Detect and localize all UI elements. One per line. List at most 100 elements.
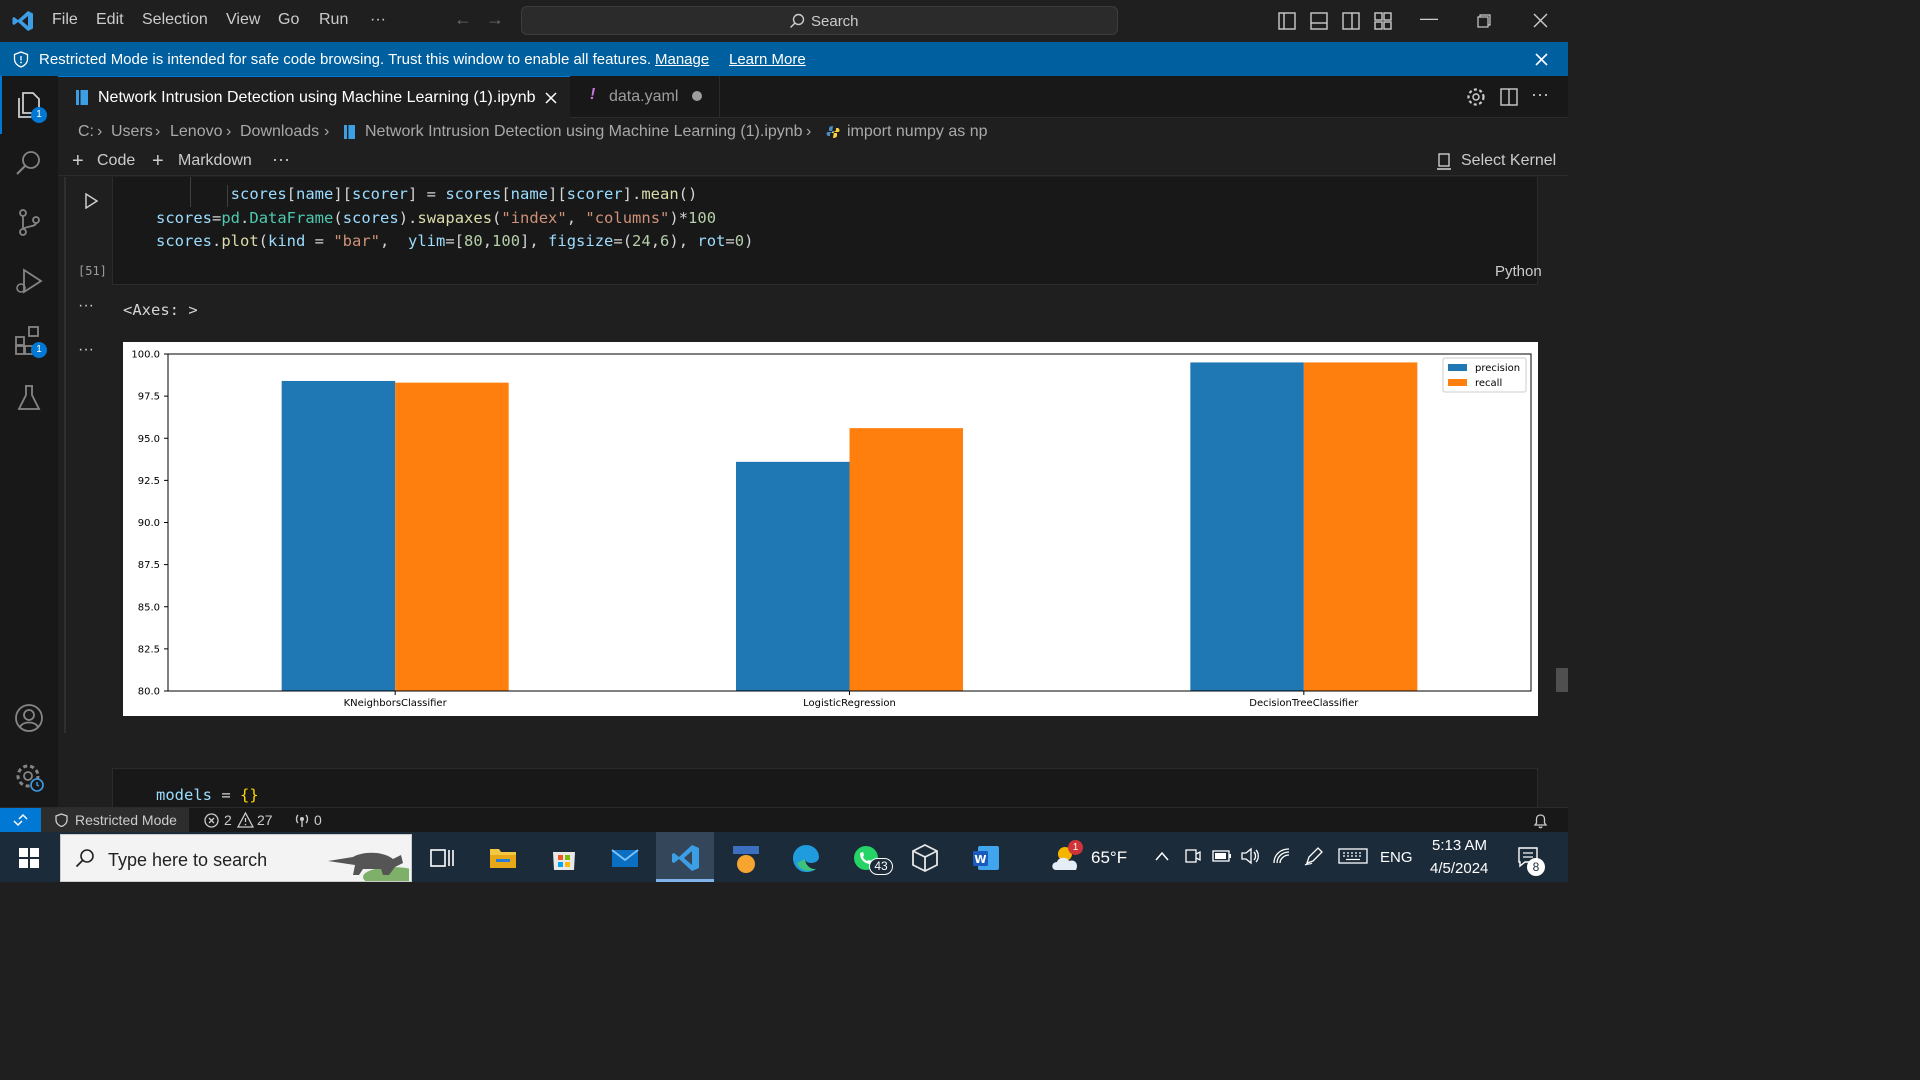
microsoft-store-icon[interactable] <box>548 842 580 874</box>
error-icon[interactable] <box>204 813 219 828</box>
toggle-primary-sidebar-icon[interactable] <box>1278 12 1296 30</box>
task-view-icon[interactable] <box>426 842 458 874</box>
kernel-icon <box>1437 153 1451 170</box>
keyboard-icon[interactable] <box>1338 848 1368 864</box>
tab-notebook[interactable]: Network Intrusion Detection using Machin… <box>58 76 570 118</box>
status-bar: Restricted Mode 2 27 0 <box>0 807 1568 833</box>
add-code-cell-button[interactable]: Code <box>97 152 135 170</box>
output-more-button[interactable]: ··· <box>78 297 94 315</box>
scrollbar[interactable] <box>1563 177 1568 807</box>
menu-view[interactable]: View <box>226 11 260 29</box>
breadcrumb-item[interactable]: import numpy as np <box>847 123 988 141</box>
ports-icon[interactable] <box>294 813 310 828</box>
bar-precision <box>736 461 850 691</box>
close-tab-icon[interactable] <box>545 92 557 104</box>
edge-icon[interactable] <box>790 842 822 874</box>
clock-time[interactable]: 5:13 AM <box>1432 837 1487 854</box>
bell-icon[interactable] <box>1533 812 1548 829</box>
learn-more-link[interactable]: Learn More <box>729 51 806 68</box>
ports-count[interactable]: 0 <box>314 812 322 828</box>
menu-selection[interactable]: Selection <box>142 11 208 29</box>
menu-go[interactable]: Go <box>278 11 299 29</box>
vscode-taskbar-icon[interactable] <box>670 842 702 874</box>
toolbar-more-button[interactable]: ··· <box>272 149 290 170</box>
error-count[interactable]: 2 <box>224 812 232 828</box>
wifi-icon[interactable] <box>1272 847 1292 865</box>
remote-indicator[interactable] <box>0 808 41 833</box>
menu-file[interactable]: File <box>52 11 78 29</box>
mail-icon[interactable] <box>609 842 641 874</box>
code-cell[interactable] <box>112 768 1538 807</box>
search-icon[interactable] <box>14 148 44 178</box>
banner-text: Restricted Mode is intended for safe cod… <box>39 51 651 68</box>
weather-temp[interactable]: 65°F <box>1091 848 1127 868</box>
code-line[interactable]: scores=pd.DataFrame(scores).swapaxes("in… <box>156 209 716 227</box>
language-indicator[interactable]: ENG <box>1380 849 1413 866</box>
code-line[interactable]: scores[name][scorer] = scores[name][scor… <box>156 185 698 203</box>
breadcrumb-item[interactable]: C: <box>78 123 94 141</box>
bar-chart: 80.0 82.5 85.0 87.5 90.0 92.5 95.0 97.5 100.0 KNe… <box>131 350 1532 709</box>
battery-icon[interactable] <box>1212 849 1232 863</box>
taskbar-search-box[interactable]: Type here to search <box>60 834 412 882</box>
tab-data-yaml[interactable]: ! data.yaml <box>570 76 720 118</box>
clock-date[interactable]: 4/5/2024 <box>1430 860 1488 877</box>
close-window-icon[interactable] <box>1533 13 1548 28</box>
accounts-icon[interactable] <box>14 703 44 733</box>
breadcrumb-item[interactable]: Network Intrusion Detection using Machin… <box>365 123 803 141</box>
command-center-search[interactable]: Search <box>521 6 1118 35</box>
notebook-settings-gear-icon[interactable] <box>1466 87 1486 107</box>
breadcrumb-item[interactable]: Users <box>111 123 153 141</box>
svg-text:W: W <box>974 853 986 866</box>
breadcrumb-item[interactable]: Downloads <box>240 123 319 141</box>
unsaved-dot-icon[interactable] <box>692 91 702 101</box>
chevron-right-icon: › <box>226 123 232 140</box>
more-actions-icon[interactable]: ··· <box>1531 84 1549 105</box>
chevron-up-icon[interactable] <box>1154 850 1170 862</box>
y-tick-label: 95.0 <box>138 434 160 445</box>
restricted-mode-indicator[interactable]: Restricted Mode <box>41 808 189 833</box>
code-line[interactable]: models = {} <box>156 786 259 804</box>
windows-start-icon[interactable] <box>19 848 39 868</box>
breadcrumb-item[interactable]: Lenovo <box>170 123 223 141</box>
minimize-icon[interactable]: — <box>1420 8 1438 29</box>
word-icon[interactable]: W <box>970 842 1002 874</box>
chevron-right-icon: › <box>806 123 812 140</box>
volume-icon[interactable] <box>1240 847 1260 865</box>
pen-icon[interactable] <box>1304 846 1324 866</box>
y-tick-label: 82.5 <box>138 644 160 655</box>
toggle-secondary-sidebar-icon[interactable] <box>1342 12 1360 30</box>
output-more-button[interactable]: ··· <box>78 341 94 359</box>
bar-recall <box>395 382 509 691</box>
warning-count[interactable]: 27 <box>257 812 273 828</box>
restore-icon[interactable] <box>1477 14 1491 28</box>
customize-layout-icon[interactable] <box>1374 12 1392 30</box>
add-markdown-cell-button[interactable]: Markdown <box>178 152 252 170</box>
menu-run[interactable]: Run <box>319 11 348 29</box>
close-banner-icon[interactable] <box>1535 53 1548 66</box>
weather-badge: 1 <box>1068 840 1083 855</box>
chrome-taskbar-icon[interactable] <box>730 842 762 874</box>
back-arrow-icon[interactable]: ← <box>454 9 472 30</box>
manage-link[interactable]: Manage <box>655 51 709 68</box>
restricted-mode-label: Restricted Mode <box>75 812 177 828</box>
warning-icon[interactable] <box>237 812 254 828</box>
manage-gear-icon[interactable] <box>14 762 44 792</box>
run-cell-icon[interactable] <box>84 193 98 209</box>
title-bar: File Edit Selection View Go Run ··· ← → … <box>0 0 1568 42</box>
file-explorer-icon[interactable] <box>487 842 519 874</box>
menu-more[interactable]: ··· <box>370 11 386 29</box>
split-editor-icon[interactable] <box>1500 88 1518 106</box>
menu-edit[interactable]: Edit <box>96 11 124 29</box>
run-debug-icon[interactable] <box>14 266 44 296</box>
testing-icon[interactable] <box>14 383 44 413</box>
forward-arrow-icon[interactable]: → <box>486 9 504 30</box>
select-kernel-button[interactable]: Select Kernel <box>1461 152 1556 170</box>
cell-language[interactable]: Python <box>1495 263 1542 280</box>
y-tick-label: 87.5 <box>138 560 160 571</box>
scrollbar-thumb[interactable] <box>1556 668 1568 692</box>
meet-now-icon[interactable] <box>1183 847 1201 865</box>
toggle-panel-icon[interactable] <box>1310 12 1328 30</box>
source-control-icon[interactable] <box>14 207 44 237</box>
code-line[interactable]: scores.plot(kind = "bar", ylim=[80,100],… <box>156 232 753 250</box>
virtualbox-icon[interactable] <box>909 842 941 874</box>
